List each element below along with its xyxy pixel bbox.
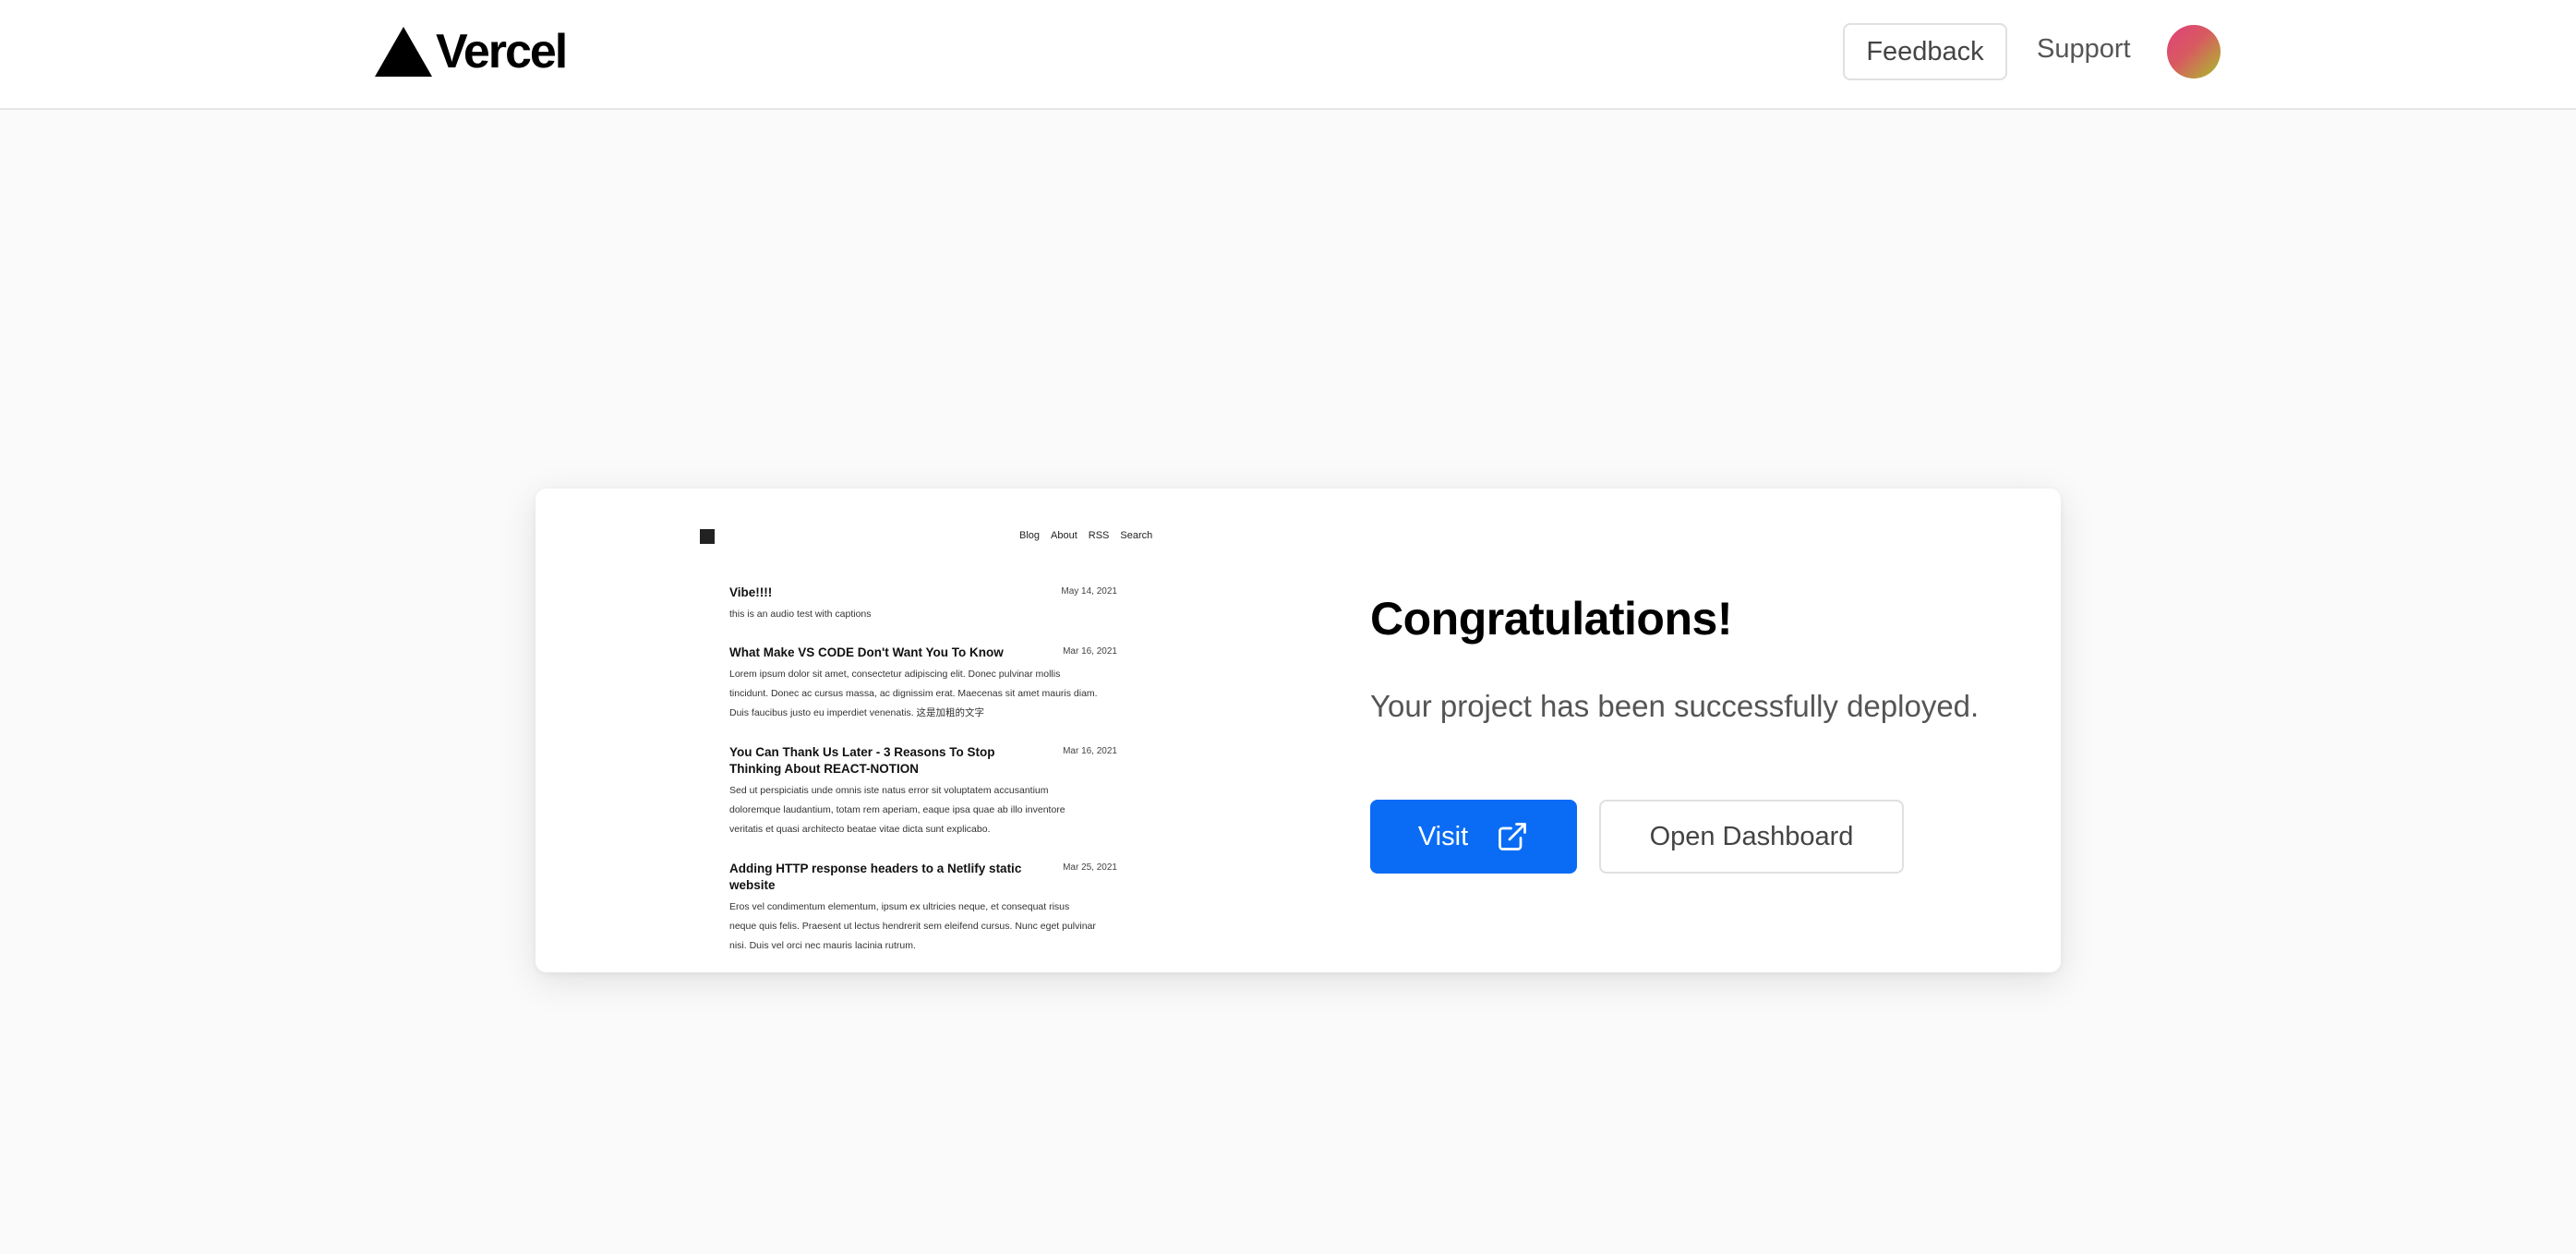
preview-post-title: Vibe!!!!: [729, 585, 773, 599]
open-dashboard-button[interactable]: Open Dashboard: [1599, 800, 1904, 874]
avatar[interactable]: [2167, 25, 2221, 78]
preview-post-date: Mar 16, 2021: [1063, 746, 1117, 756]
preview-post-date: Mar 25, 2021: [1063, 862, 1117, 873]
preview-post-title: You Can Thank Us Later - 3 Reasons To St…: [729, 745, 995, 776]
preview-post-excerpt: Lorem ipsum dolor sit amet, consectetur …: [729, 669, 1098, 718]
visit-button-label: Visit: [1417, 821, 1469, 851]
vercel-triangle-icon: [375, 27, 432, 77]
external-link-icon: [1499, 823, 1526, 850]
visit-button[interactable]: Visit: [1370, 800, 1577, 874]
preview-post: Adding HTTP response headers to a Netlif…: [729, 861, 1117, 956]
preview-post-title: Adding HTTP response headers to a Netlif…: [729, 862, 1022, 892]
preview-nav: Blog About RSS Search: [1019, 530, 1152, 541]
deploy-status-text: Your project has been successfully deplo…: [1370, 689, 1980, 723]
preview-post-date: Mar 16, 2021: [1063, 646, 1117, 657]
preview-nav-about: About: [1051, 530, 1077, 541]
support-link[interactable]: Support: [2037, 34, 2131, 65]
preview-logo: [700, 529, 715, 544]
preview-post: What Make VS CODE Don't Want You To Know…: [729, 645, 1117, 723]
preview-post-excerpt: Eros vel condimentum elementum, ipsum ex…: [729, 901, 1096, 951]
deployment-card: Blog About RSS Search Vibe!!!! May 14, 2…: [536, 488, 2061, 972]
preview-post-excerpt: Sed ut perspiciatis unde omnis iste natu…: [729, 785, 1065, 835]
preview-post: You Can Thank Us Later - 3 Reasons To St…: [729, 744, 1117, 839]
preview-post: Vibe!!!! May 14, 2021 this is an audio t…: [729, 585, 1117, 624]
page-title: Congratulations!: [1370, 593, 1732, 645]
vercel-logo[interactable]: Vercel: [375, 25, 568, 78]
preview-nav-search: Search: [1120, 530, 1153, 541]
preview-nav-rss: RSS: [1088, 530, 1110, 541]
feedback-button[interactable]: Feedback: [1843, 23, 2007, 80]
preview-post-excerpt: this is an audio test with captions: [729, 609, 872, 620]
preview-post-date: May 14, 2021: [1061, 586, 1117, 597]
preview-post-title: What Make VS CODE Don't Want You To Know: [729, 645, 1004, 659]
top-nav: Vercel Feedback Support: [0, 0, 2576, 110]
preview-nav-blog: Blog: [1019, 530, 1041, 541]
deployment-preview[interactable]: Blog About RSS Search Vibe!!!! May 14, 2…: [536, 488, 1311, 972]
logo-text: Vercel: [436, 25, 568, 78]
